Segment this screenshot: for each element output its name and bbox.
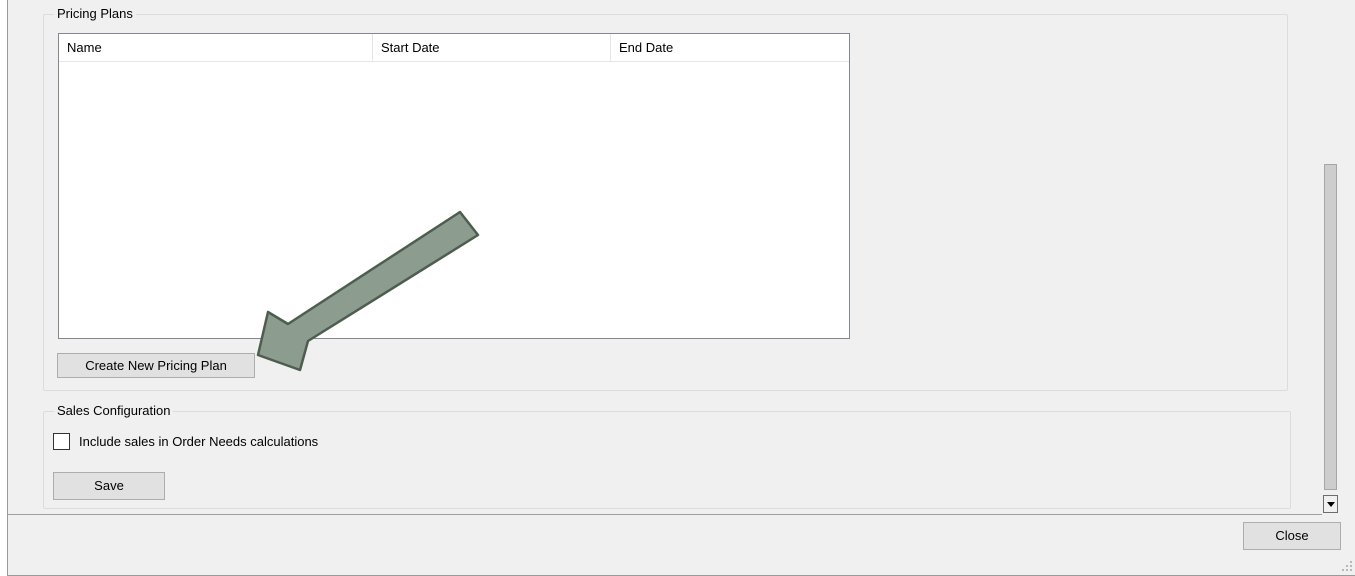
list-header: Name Start Date End Date [59,34,849,62]
pricing-plans-group-label: Pricing Plans [54,6,136,22]
window-left-edge [0,0,8,576]
include-sales-label[interactable]: Include sales in Order Needs calculation… [79,434,318,450]
pricing-plans-list[interactable]: Name Start Date End Date [58,33,850,339]
scrollbar-thumb[interactable] [1324,164,1337,490]
column-header-end-date[interactable]: End Date [611,34,849,62]
close-button[interactable]: Close [1243,522,1341,550]
create-new-pricing-plan-button[interactable]: Create New Pricing Plan [57,353,255,378]
column-header-start-date[interactable]: Start Date [373,34,611,62]
column-header-name[interactable]: Name [59,34,373,62]
vertical-scrollbar[interactable] [1322,0,1339,515]
sales-configuration-group-label: Sales Configuration [54,403,174,419]
sales-configuration-group [43,411,1291,509]
include-sales-checkbox[interactable] [53,433,70,450]
size-grip-icon[interactable] [1342,561,1354,573]
scroll-down-button[interactable] [1323,495,1338,513]
chevron-down-icon [1327,502,1335,507]
save-button[interactable]: Save [53,472,165,500]
